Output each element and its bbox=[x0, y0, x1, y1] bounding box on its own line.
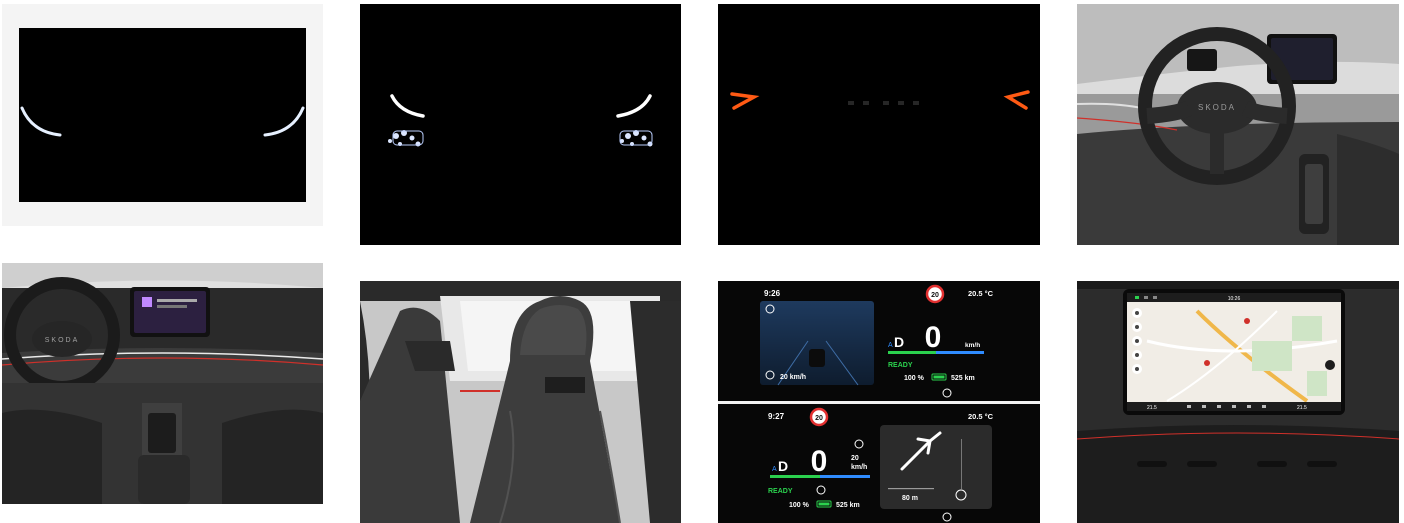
svg-text:A: A bbox=[772, 466, 777, 473]
battery-percent: 100 % bbox=[904, 375, 925, 382]
temp-right: 21.5 bbox=[1297, 405, 1307, 411]
car-icon bbox=[809, 349, 825, 367]
nav-position-icon bbox=[1325, 360, 1335, 370]
cluster-temperature: 20.5 °C bbox=[968, 412, 994, 421]
front-seats-image bbox=[360, 281, 681, 523]
speed-limit-value: 20 bbox=[815, 415, 823, 422]
infotainment-screen-image: 10:26 21.5 21.5 bbox=[1077, 281, 1399, 523]
speed-value: 0 bbox=[925, 321, 942, 354]
photo-tail-lights[interactable] bbox=[718, 4, 1040, 245]
photo-instrument-cluster[interactable]: 9:26 20 20.5 °C 20 km/h A D 0 km/h READY… bbox=[718, 281, 1040, 523]
brand-logo-text: SKODA bbox=[1198, 103, 1236, 112]
photo-infotainment-screen[interactable]: 10:26 21.5 21.5 bbox=[1077, 281, 1399, 523]
speed-limit-value: 20 bbox=[931, 292, 939, 299]
headlight-clusters-image bbox=[360, 4, 681, 245]
status-bar-clock: 10:26 bbox=[1228, 296, 1241, 302]
photo-headlight-signature[interactable] bbox=[2, 4, 323, 226]
range-value: 525 km bbox=[836, 502, 860, 509]
ready-status: READY bbox=[888, 362, 913, 369]
acc-speed-unit: km/h bbox=[851, 464, 867, 471]
photo-dashboard[interactable]: SKODA bbox=[2, 263, 323, 504]
interior-steering-wheel-image: SKODA bbox=[1077, 4, 1399, 245]
cluster-temperature: 20.5 °C bbox=[968, 289, 994, 298]
tail-lights-image bbox=[718, 4, 1040, 245]
instrument-cluster-image: 9:26 20 20.5 °C 20 km/h A D 0 km/h READY… bbox=[718, 281, 1040, 523]
cluster-time: 9:26 bbox=[764, 289, 781, 298]
dashboard-image: SKODA bbox=[2, 263, 323, 504]
photo-interior-steering-wheel[interactable]: SKODA bbox=[1077, 4, 1399, 245]
speed-value: 0 bbox=[811, 445, 828, 478]
brand-logo-text: SKODA bbox=[45, 337, 80, 344]
photo-headlight-clusters[interactable] bbox=[360, 4, 681, 245]
acc-speed: 20 bbox=[851, 455, 859, 462]
svg-text:A: A bbox=[888, 342, 893, 349]
temp-left: 21.5 bbox=[1147, 405, 1157, 411]
gear-indicator: D bbox=[778, 458, 788, 474]
headlight-signature-image bbox=[19, 28, 306, 202]
range-value: 525 km bbox=[951, 375, 975, 382]
photo-front-seats[interactable] bbox=[360, 281, 681, 523]
cluster-time: 9:27 bbox=[768, 412, 785, 421]
gear-indicator: D bbox=[894, 334, 904, 350]
ready-status: READY bbox=[768, 488, 793, 495]
battery-percent: 100 % bbox=[789, 502, 810, 509]
acc-speed: 20 km/h bbox=[780, 374, 806, 381]
speed-unit: km/h bbox=[965, 342, 980, 349]
nav-distance: 80 m bbox=[902, 495, 918, 502]
